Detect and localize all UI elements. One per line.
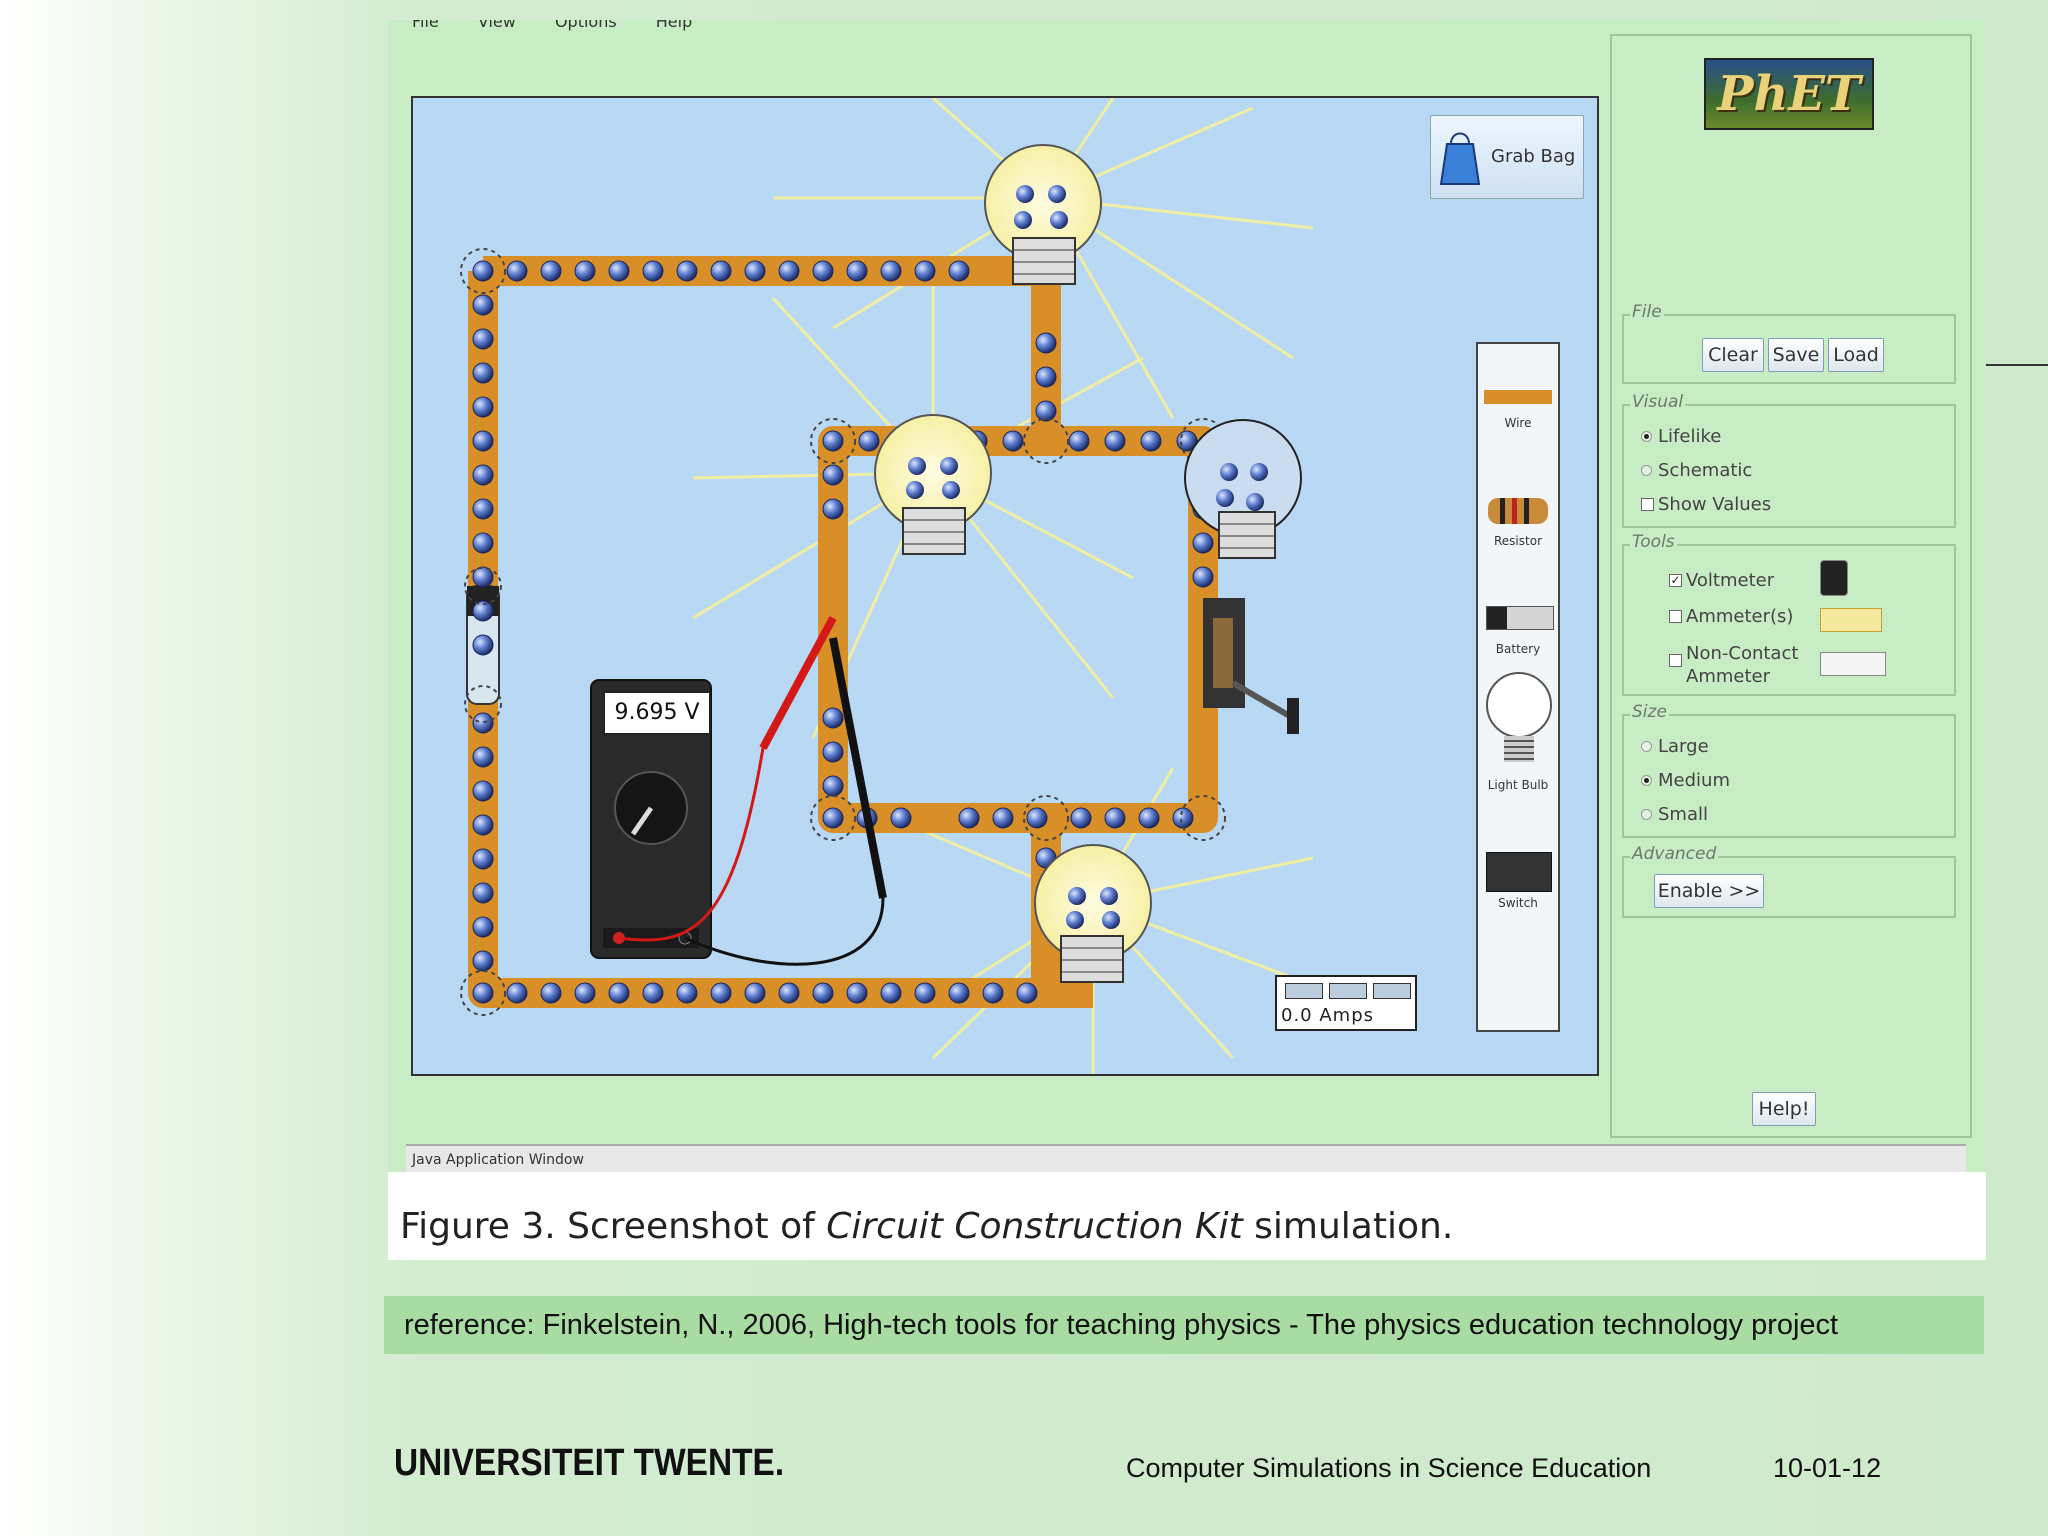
size-group: Size Large Medium Small xyxy=(1622,702,1956,838)
slide-date: 10-01-12 xyxy=(1773,1453,1882,1483)
menu-bar: File View Options Help xyxy=(412,20,726,34)
help-button[interactable]: Help! xyxy=(1752,1092,1816,1126)
menu-view[interactable]: View xyxy=(478,20,516,31)
voltmeter-checkbox[interactable]: ✓ xyxy=(1669,574,1682,587)
switch-tool[interactable] xyxy=(1486,852,1552,892)
noncontact-ammeter-option[interactable]: Non-Contact Ammeter xyxy=(1669,642,1799,688)
wire-tool[interactable] xyxy=(1484,390,1552,404)
noncontact-ammeter-icon xyxy=(1820,652,1886,676)
noncontact-label-1: Non-Contact xyxy=(1686,643,1799,664)
size-medium-radio[interactable] xyxy=(1641,775,1652,786)
phet-app-window: File View Options Help Grab Bag Wire Res… xyxy=(388,20,1986,1172)
tools-group: Tools ✓ Voltmeter Ammeter(s) Non-Contact A… xyxy=(1622,532,1956,696)
ammeter-window-1 xyxy=(1285,983,1323,999)
size-small-label: Small xyxy=(1658,804,1708,825)
resistor-label: Resistor xyxy=(1494,534,1542,548)
schematic-label: Schematic xyxy=(1658,460,1753,481)
visual-group: Visual Lifelike Schematic Show Values xyxy=(1622,392,1956,528)
light-bulb-left xyxy=(874,414,992,555)
lifelike-option[interactable]: Lifelike xyxy=(1641,426,1722,447)
show-values-option[interactable]: Show Values xyxy=(1641,494,1772,515)
size-large-option[interactable]: Large xyxy=(1641,736,1709,757)
phet-logo: PhET xyxy=(1704,58,1874,130)
size-medium-label: Medium xyxy=(1658,770,1730,791)
file-group: File Clear Save Load xyxy=(1622,302,1956,384)
size-small-radio[interactable] xyxy=(1641,809,1652,820)
file-group-title: File xyxy=(1630,302,1664,322)
grab-bag-button[interactable]: Grab Bag xyxy=(1430,115,1584,199)
ammeters-checkbox[interactable] xyxy=(1669,610,1682,623)
ammeter-reading: 0.0 Amps xyxy=(1281,1005,1374,1026)
light-bulb-label: Light Bulb xyxy=(1487,778,1549,792)
lifelike-label: Lifelike xyxy=(1658,426,1722,447)
course-title: Computer Simulations in Science Educatio… xyxy=(1126,1453,1652,1483)
show-values-label: Show Values xyxy=(1658,494,1772,515)
menu-file[interactable]: File xyxy=(412,20,439,31)
schematic-option[interactable]: Schematic xyxy=(1641,460,1753,481)
noncontact-checkbox[interactable] xyxy=(1669,654,1682,667)
slide-rule-line xyxy=(1986,364,2048,366)
phet-logo-text: PhET xyxy=(1717,66,1861,122)
ammeter-window-2 xyxy=(1329,983,1367,999)
lifelike-radio[interactable] xyxy=(1641,431,1652,442)
noncontact-ammeter[interactable]: 0.0 Amps xyxy=(1275,975,1417,1031)
caption-title: Circuit Construction Kit xyxy=(826,1206,1243,1247)
circuit-canvas[interactable]: Grab Bag Wire Resistor Battery Light Bul… xyxy=(411,96,1599,1076)
show-values-checkbox[interactable] xyxy=(1641,498,1654,511)
control-panel: PhET File Clear Save Load Visual Lifelik… xyxy=(1610,34,1972,1138)
voltmeter-option[interactable]: ✓ Voltmeter xyxy=(1669,570,1775,591)
tools-group-title: Tools xyxy=(1630,532,1677,552)
advanced-group: Advanced Enable >> xyxy=(1622,844,1956,918)
menu-help[interactable]: Help xyxy=(656,20,692,31)
figure-caption: Figure 3. Screenshot of Circuit Construc… xyxy=(400,1206,1453,1247)
voltmeter-label: Voltmeter xyxy=(1686,570,1775,591)
battery-label: Battery xyxy=(1495,642,1541,656)
clear-button[interactable]: Clear xyxy=(1702,338,1764,372)
wire-label: Wire xyxy=(1504,416,1532,430)
light-bulb-tool[interactable] xyxy=(1486,672,1552,738)
reference-bar: reference: Finkelstein, N., 2006, High-t… xyxy=(384,1296,1984,1354)
enable-advanced-button[interactable]: Enable >> xyxy=(1654,874,1764,908)
ammeter-window-3 xyxy=(1373,983,1411,999)
bulb-base xyxy=(1504,736,1534,762)
grab-bag-label: Grab Bag xyxy=(1491,146,1576,167)
size-large-radio[interactable] xyxy=(1641,741,1652,752)
ammeters-label: Ammeter(s) xyxy=(1686,606,1794,627)
menu-options[interactable]: Options xyxy=(555,20,617,31)
caption-suffix: simulation. xyxy=(1242,1206,1454,1247)
caption-prefix: Figure 3. Screenshot of xyxy=(400,1206,827,1247)
switch-label: Switch xyxy=(1498,896,1538,910)
component-toolbox: Wire Resistor Battery Light Bulb Switch xyxy=(1476,342,1560,1032)
circuit-drawing xyxy=(460,98,1314,1074)
battery-tool[interactable] xyxy=(1486,606,1554,630)
size-small-option[interactable]: Small xyxy=(1641,804,1708,825)
save-button[interactable]: Save xyxy=(1768,338,1824,372)
figure-screenshot: File View Options Help Grab Bag Wire Res… xyxy=(388,20,1986,1260)
ammeter-icon xyxy=(1820,608,1882,632)
load-button[interactable]: Load xyxy=(1828,338,1884,372)
advanced-group-title: Advanced xyxy=(1630,844,1719,864)
schematic-radio[interactable] xyxy=(1641,465,1652,476)
size-large-label: Large xyxy=(1658,736,1709,757)
university-logo-text: UNIVERSITEIT TWENTE. xyxy=(394,1442,785,1484)
ammeters-option[interactable]: Ammeter(s) xyxy=(1669,606,1794,627)
voltmeter-icon xyxy=(1820,560,1848,596)
size-medium-option[interactable]: Medium xyxy=(1641,770,1730,791)
visual-group-title: Visual xyxy=(1630,392,1686,412)
noncontact-label-2: Ammeter xyxy=(1686,666,1770,687)
voltmeter-reading: 9.695 V xyxy=(603,691,711,735)
status-bar: Java Application Window xyxy=(406,1144,1966,1172)
bag-icon xyxy=(1439,132,1481,185)
size-group-title: Size xyxy=(1630,702,1669,722)
resistor-tool[interactable] xyxy=(1488,498,1548,524)
